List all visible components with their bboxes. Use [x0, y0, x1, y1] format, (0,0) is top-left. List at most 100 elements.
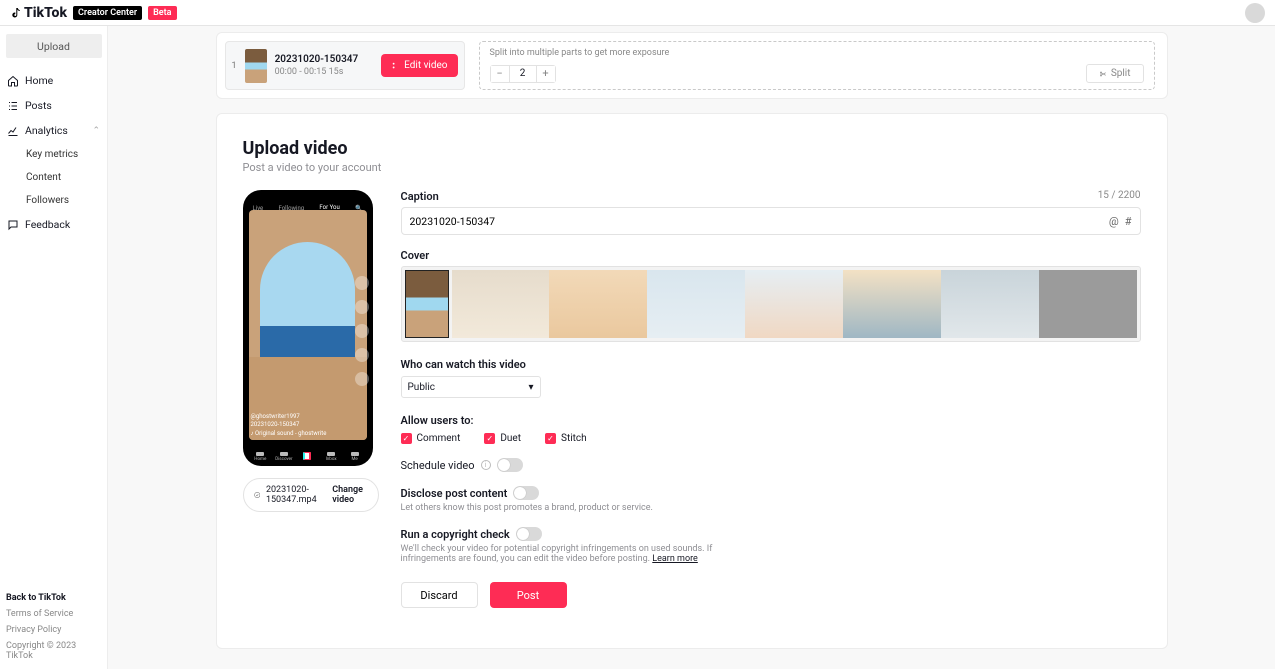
edit-video-button[interactable]: Edit video [381, 54, 457, 77]
form-column: Caption 15 / 2200 @ # Cover [401, 190, 1141, 608]
change-video-button[interactable]: Change video [332, 485, 367, 505]
file-name: 20231020-150347.mp4 [266, 485, 326, 505]
split-hint: Split into multiple parts to get more ex… [490, 48, 1144, 58]
home-icon [7, 75, 19, 87]
checkbox-duet-label: Duet [500, 433, 521, 444]
sidebar-item-content[interactable]: Content [4, 166, 103, 189]
upload-title: Upload video [243, 138, 1141, 159]
preview-column: Live Following For You 🔍 [243, 190, 379, 608]
sidebar-item-analytics[interactable]: Analytics ⌃ [4, 118, 103, 143]
comment-icon [355, 324, 369, 338]
edit-video-label: Edit video [404, 60, 447, 71]
upload-subtitle: Post a video to your account [243, 161, 1141, 174]
clip-time: 00:00 - 00:15 15s [275, 67, 359, 77]
disclose-toggle[interactable] [513, 486, 539, 500]
cover-row[interactable] [401, 266, 1141, 342]
phone-nav-discover: Discover [279, 452, 289, 462]
stepper-plus-button[interactable]: + [537, 66, 555, 82]
checkbox-stitch-label: Stitch [561, 433, 587, 444]
checkbox-stitch[interactable]: ✓Stitch [545, 433, 587, 444]
stepper-minus-button[interactable]: − [491, 66, 509, 82]
clip-split-card: 1 20231020-150347 00:00 - 00:15 15s Edit… [216, 32, 1168, 99]
disclose-helper: Let others know this post promotes a bra… [401, 503, 721, 513]
topbar: TikTok Creator Center Beta [0, 0, 1275, 26]
cover-frame[interactable] [452, 270, 550, 338]
copyright-toggle[interactable] [516, 527, 542, 541]
visibility-label: Who can watch this video [401, 358, 1141, 371]
share-icon [355, 348, 369, 362]
sidebar-item-feedback[interactable]: Feedback [4, 212, 103, 237]
cover-label: Cover [401, 249, 1141, 262]
analytics-icon [7, 125, 19, 137]
split-stepper: − 2 + [490, 65, 556, 83]
sidebar-label-key-metrics: Key metrics [26, 149, 78, 160]
cover-frame[interactable] [1039, 270, 1137, 338]
tiktok-note-icon [10, 7, 22, 19]
avatar[interactable] [1245, 3, 1265, 23]
posts-icon [7, 100, 19, 112]
clip-title: 20231020-150347 [275, 54, 359, 65]
checkbox-comment[interactable]: ✓Comment [401, 433, 461, 444]
checkbox-duet[interactable]: ✓Duet [484, 433, 521, 444]
learn-more-link[interactable]: Learn more [652, 554, 698, 564]
back-to-tiktok-link[interactable]: Back to TikTok [6, 593, 101, 603]
cover-frame[interactable] [745, 270, 843, 338]
split-box: Split into multiple parts to get more ex… [479, 41, 1155, 90]
phone-desc: 20231020-150347 [251, 421, 327, 429]
cover-frame[interactable] [843, 270, 941, 338]
phone-nav-create [302, 452, 312, 462]
terms-link[interactable]: Terms of Service [6, 609, 101, 619]
tiktok-logo[interactable]: TikTok [10, 5, 67, 21]
checkbox-comment-label: Comment [417, 433, 461, 444]
sidebar-upload-button[interactable]: Upload [6, 34, 102, 58]
brand: TikTok Creator Center Beta [10, 5, 177, 21]
visibility-value: Public [408, 382, 436, 393]
info-icon[interactable]: i [481, 460, 491, 470]
schedule-toggle[interactable] [497, 458, 523, 472]
file-chip: 20231020-150347.mp4 Change video [243, 478, 379, 512]
copyright-helper: We'll check your video for potential cop… [401, 544, 721, 564]
phone-preview: Live Following For You 🔍 [243, 190, 373, 466]
sidebar-item-home[interactable]: Home [4, 68, 103, 93]
cover-frame-selected[interactable] [405, 270, 449, 338]
clip-thumbnail [245, 49, 267, 83]
hashtag-button[interactable]: # [1125, 215, 1132, 228]
caption-box: @ # [401, 207, 1141, 235]
clip-row[interactable]: 1 20231020-150347 00:00 - 00:15 15s Edit… [225, 41, 465, 90]
sidebar-label-posts: Posts [25, 99, 52, 112]
post-button[interactable]: Post [490, 582, 567, 608]
visibility-select[interactable]: Public ▾ [401, 376, 541, 398]
sidebar-item-followers[interactable]: Followers [4, 189, 103, 212]
sidebar-label-followers: Followers [26, 195, 69, 206]
sidebar-label-feedback: Feedback [25, 218, 70, 231]
sidebar: Upload Home Posts Analytics ⌃ Key metric… [0, 26, 108, 669]
disclose-label: Disclose post content [401, 487, 508, 500]
cover-frame[interactable] [941, 270, 1039, 338]
creator-center-badge[interactable]: Creator Center [73, 6, 142, 20]
caption-label: Caption [401, 190, 439, 203]
feedback-icon [7, 219, 19, 231]
caption-input[interactable] [410, 215, 1103, 228]
privacy-link[interactable]: Privacy Policy [6, 625, 101, 635]
split-button[interactable]: Split [1086, 64, 1144, 83]
like-icon [355, 300, 369, 314]
sidebar-label-home: Home [25, 74, 53, 87]
sidebar-label-analytics: Analytics [25, 124, 68, 137]
disc-icon [355, 372, 369, 386]
cover-frame[interactable] [647, 270, 745, 338]
cover-frame[interactable] [549, 270, 647, 338]
split-icon [1099, 70, 1107, 78]
clip-index: 1 [232, 61, 237, 71]
check-circle-icon [254, 490, 260, 500]
phone-sound: ♪ Original sound - ghostwrite [251, 430, 327, 438]
beta-badge: Beta [148, 6, 176, 20]
sidebar-item-posts[interactable]: Posts [4, 93, 103, 118]
sidebar-item-key-metrics[interactable]: Key metrics [4, 143, 103, 166]
copyright-text: Copyright © 2023 TikTok [6, 641, 101, 661]
phone-video-frame [249, 210, 367, 440]
schedule-label: Schedule video [401, 459, 475, 472]
chevron-up-icon: ⌃ [92, 126, 100, 136]
mention-button[interactable]: @ [1109, 215, 1119, 228]
stepper-value: 2 [509, 66, 537, 82]
discard-button[interactable]: Discard [401, 582, 478, 608]
